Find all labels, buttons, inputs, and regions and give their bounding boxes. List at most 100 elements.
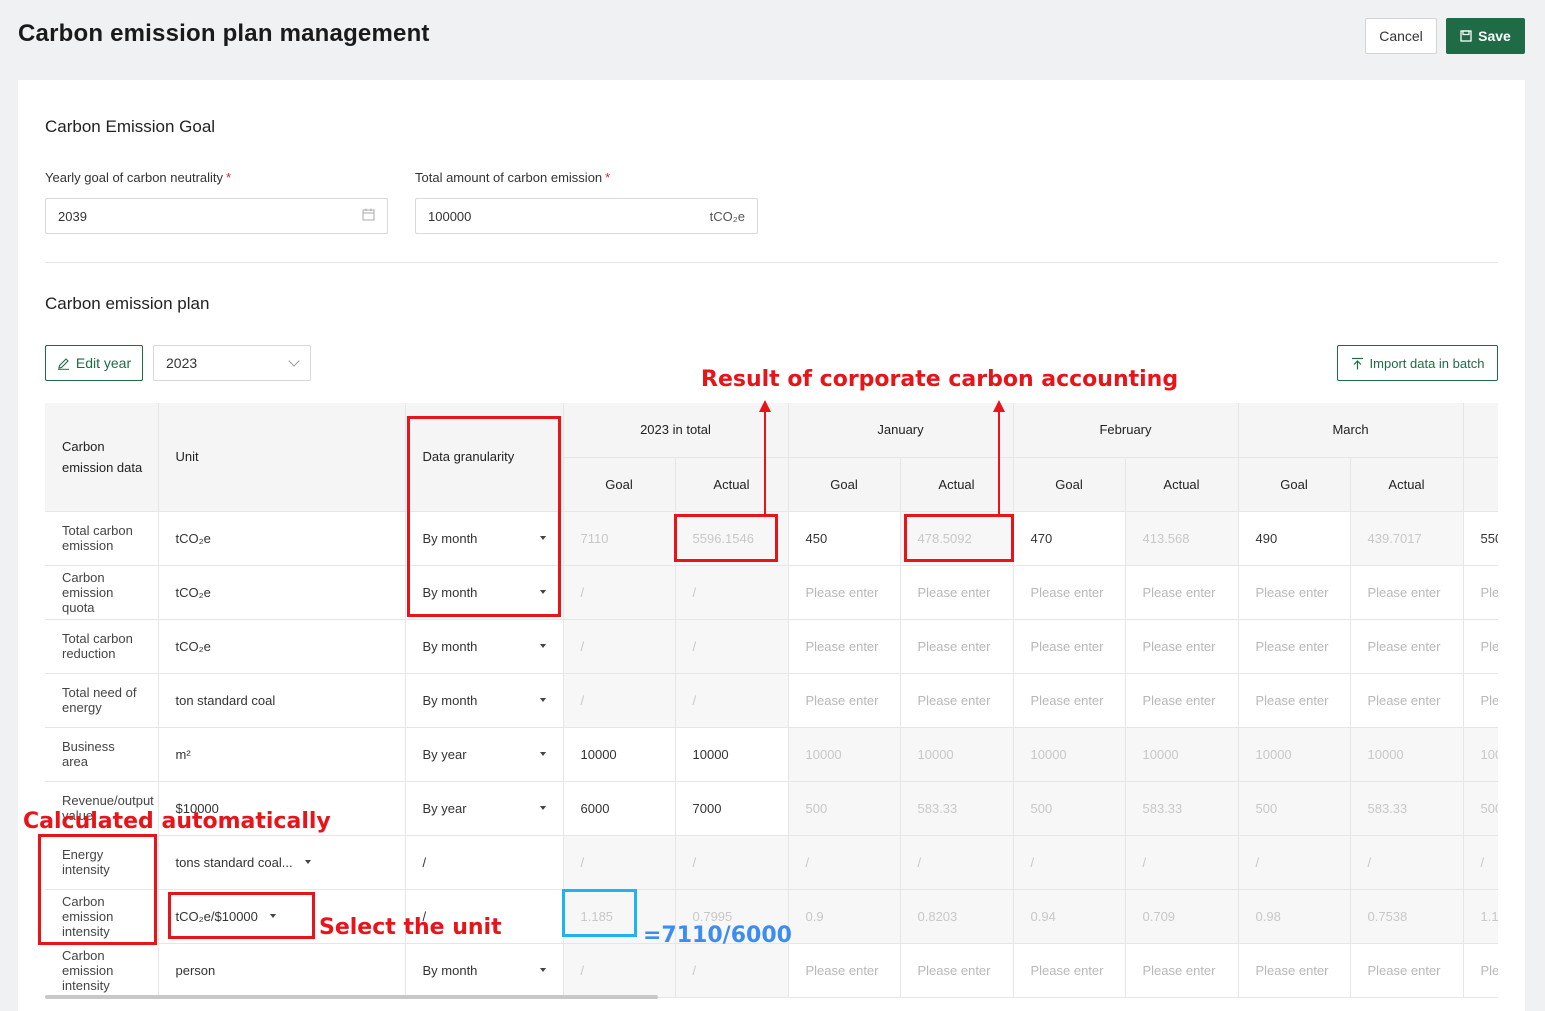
calendar-icon xyxy=(362,208,375,224)
value-input[interactable]: Please enter xyxy=(1350,619,1464,674)
value-input[interactable]: Please enter xyxy=(1013,565,1126,620)
year-goal-label-text: Yearly goal of carbon neutrality xyxy=(45,170,224,185)
total-amount-label: Total amount of carbon emission * xyxy=(415,170,610,185)
header-march: March xyxy=(1238,403,1464,458)
value-cell: 439.7017 xyxy=(1350,511,1464,566)
import-batch-button[interactable]: Import data in batch xyxy=(1337,345,1498,381)
unit-cell: tCO₂e xyxy=(158,619,406,674)
value-input[interactable]: Please enter xyxy=(1125,619,1239,674)
value-input[interactable]: Ple xyxy=(1463,673,1498,728)
value-input[interactable]: 7000 xyxy=(675,781,789,836)
value-input[interactable]: Please enter xyxy=(788,619,901,674)
value-input[interactable]: 10000 xyxy=(563,727,676,782)
value-input[interactable]: Please enter xyxy=(1125,673,1239,728)
value-cell: 583.33 xyxy=(1125,781,1239,836)
granularity-dropdown[interactable]: By year xyxy=(423,801,546,816)
annotation-formula-box xyxy=(562,889,637,937)
value-cell: / xyxy=(675,943,789,998)
annotation-january-actual-box xyxy=(904,514,1014,562)
caret-down-icon xyxy=(539,644,546,648)
value-cell: 10000 xyxy=(900,727,1014,782)
value-input[interactable]: Please enter xyxy=(788,943,901,998)
unit-select[interactable]: tons standard coal... xyxy=(158,835,406,890)
value-input[interactable]: Please enter xyxy=(1125,943,1239,998)
save-button[interactable]: Save xyxy=(1446,18,1525,54)
value-cell: 10000 xyxy=(788,727,901,782)
value-input[interactable]: 470 xyxy=(1013,511,1126,566)
value-input[interactable]: 490 xyxy=(1238,511,1351,566)
value-input[interactable]: Please enter xyxy=(900,619,1014,674)
value-input[interactable]: Please enter xyxy=(900,673,1014,728)
annotation-calculated-box xyxy=(38,834,157,945)
total-amount-input[interactable]: 100000 tCO₂e xyxy=(415,198,758,234)
value-input[interactable]: Please enter xyxy=(1013,673,1126,728)
value-input[interactable]: Ple xyxy=(1463,943,1498,998)
horizontal-scrollbar[interactable] xyxy=(45,995,658,999)
header-actual: Actual xyxy=(1350,457,1464,512)
granularity-dropdown[interactable]: By month xyxy=(423,693,546,708)
value-input[interactable]: Please enter xyxy=(900,565,1014,620)
value-cell: / xyxy=(563,673,676,728)
value-cell: 583.33 xyxy=(900,781,1014,836)
cancel-button[interactable]: Cancel xyxy=(1365,18,1437,54)
annotation-unit-box xyxy=(168,892,315,939)
value-input[interactable]: Please enter xyxy=(1238,619,1351,674)
edit-year-button[interactable]: Edit year xyxy=(45,345,143,381)
unit-value: tons standard coal... xyxy=(175,854,293,870)
table-row: Carbon emission quota tCO₂e By month / / Plea… xyxy=(45,565,1498,620)
value-cell: 10000 xyxy=(1125,727,1239,782)
year-select[interactable]: 2023 xyxy=(153,345,311,381)
save-icon xyxy=(1460,30,1472,42)
unit-cell: person xyxy=(158,943,406,998)
granularity-dropdown[interactable]: By year xyxy=(423,747,546,762)
value-input[interactable]: Please enter xyxy=(1350,673,1464,728)
granularity-select[interactable]: By month xyxy=(405,673,564,728)
total-amount-value: 100000 xyxy=(428,208,472,224)
value-input[interactable]: Please enter xyxy=(1238,943,1351,998)
granularity-dropdown[interactable]: By month xyxy=(423,963,546,978)
value-input[interactable]: Please enter xyxy=(788,565,901,620)
import-batch-label: Import data in batch xyxy=(1369,355,1485,371)
value-cell: 500 xyxy=(1463,781,1498,836)
value-input[interactable]: Please enter xyxy=(1238,565,1351,620)
table-row: Carbon emission intensity person By month /… xyxy=(45,943,1498,998)
edit-icon xyxy=(57,357,69,370)
value-input[interactable]: Please enter xyxy=(900,943,1014,998)
header-april xyxy=(1463,403,1498,458)
edit-year-label: Edit year xyxy=(75,355,132,371)
value-cell: 0.8203 xyxy=(900,889,1014,944)
value-cell: 1.1 xyxy=(1463,889,1498,944)
granularity-select[interactable]: By month xyxy=(405,619,564,674)
value-cell: 500 xyxy=(1013,781,1126,836)
value-input[interactable]: Please enter xyxy=(1238,673,1351,728)
year-goal-input[interactable]: 2039 xyxy=(45,198,388,234)
value-input[interactable]: 6000 xyxy=(563,781,676,836)
unit-cell: ton standard coal xyxy=(158,673,406,728)
unit-dropdown[interactable]: tons standard coal... xyxy=(176,855,311,870)
value-cell: / xyxy=(563,565,676,620)
value-cell: / xyxy=(1013,835,1126,890)
header-unit: Unit xyxy=(158,403,406,512)
value-input[interactable]: 550 xyxy=(1463,511,1498,566)
granularity-cell: / xyxy=(405,835,564,890)
granularity-select[interactable]: By year xyxy=(405,727,564,782)
value-input[interactable]: Please enter xyxy=(1350,565,1464,620)
caret-down-icon xyxy=(539,806,546,810)
value-input[interactable]: Please enter xyxy=(1350,943,1464,998)
value-input[interactable]: Ple xyxy=(1463,565,1498,620)
value-input[interactable]: 10000 xyxy=(675,727,789,782)
granularity-select[interactable]: By month xyxy=(405,943,564,998)
annotation-arrow-head xyxy=(759,400,771,412)
granularity-select[interactable]: By year xyxy=(405,781,564,836)
total-amount-label-text: Total amount of carbon emission xyxy=(415,170,603,185)
annotation-arrow-line xyxy=(764,410,766,514)
granularity-dropdown[interactable]: By month xyxy=(423,639,546,654)
value-input[interactable]: Please enter xyxy=(1013,943,1126,998)
value-input[interactable]: Please enter xyxy=(1125,565,1239,620)
year-goal-label: Yearly goal of carbon neutrality * xyxy=(45,170,231,185)
value-input[interactable]: Please enter xyxy=(1013,619,1126,674)
value-input[interactable]: Please enter xyxy=(788,673,901,728)
value-input[interactable]: Ple xyxy=(1463,619,1498,674)
row-label: Total carbon emission xyxy=(45,511,159,566)
value-input[interactable]: 450 xyxy=(788,511,901,566)
